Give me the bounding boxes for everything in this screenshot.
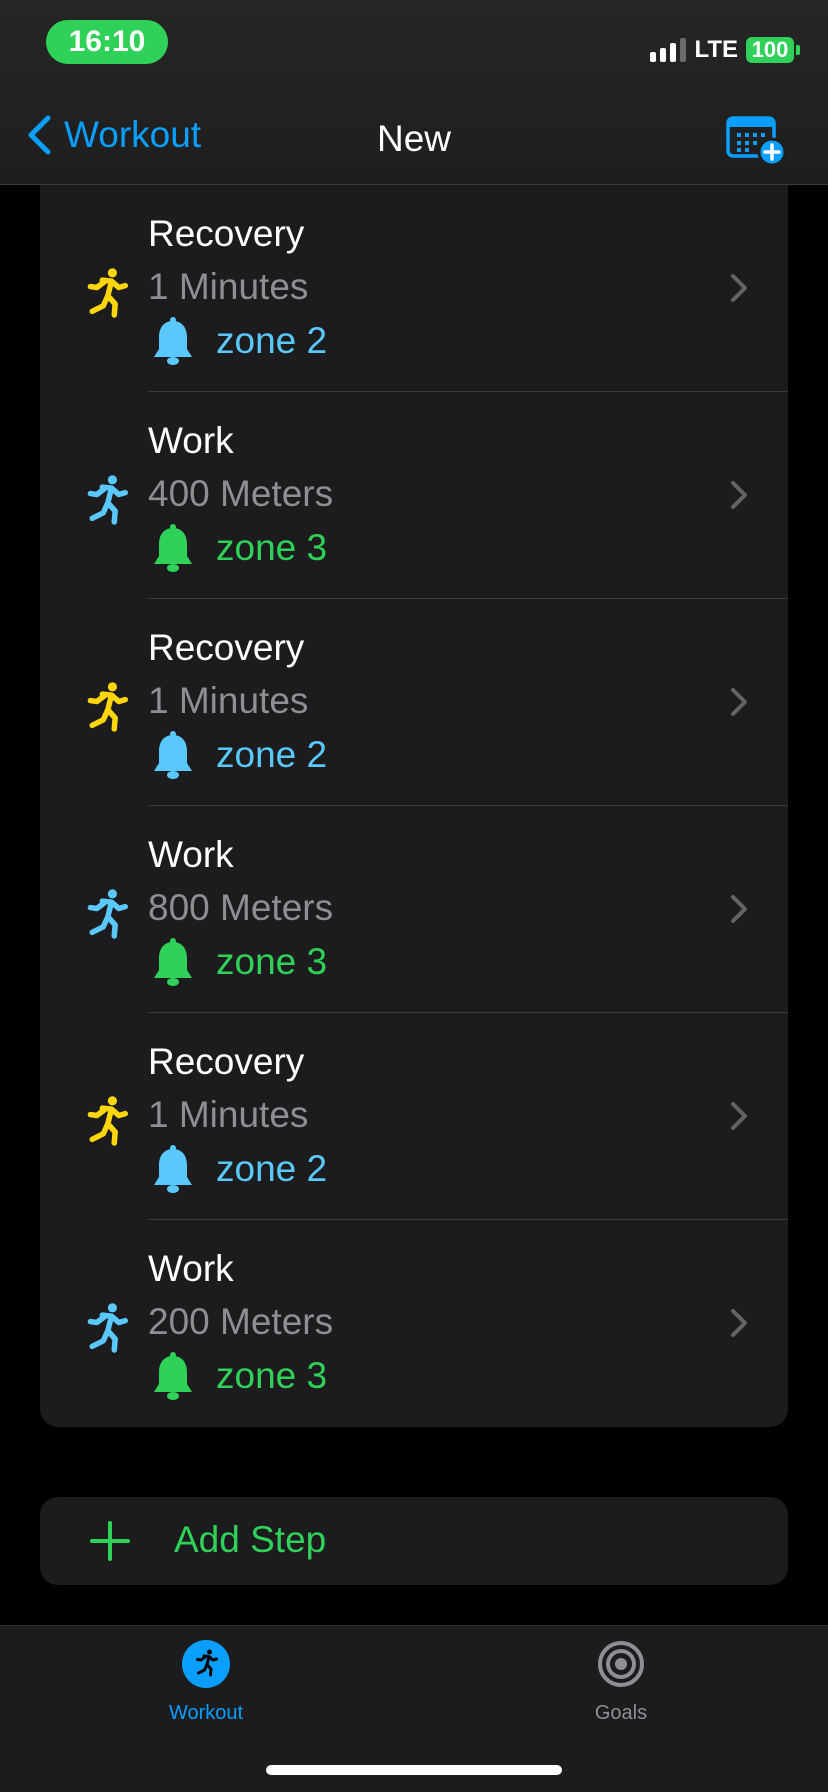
step-zone: zone 2 [216,320,328,361]
step-title: Recovery [148,1041,305,1082]
running-figure-icon [87,682,128,732]
bell-icon [154,1352,192,1400]
navigation-header: 16:10 LTE 100 Workout New [0,0,828,185]
step-title: Work [148,420,234,461]
tab-workout[interactable]: Workout [106,1640,306,1725]
chevron-right-icon [731,1309,747,1337]
network-type: LTE [694,36,738,63]
status-indicators: LTE 100 [650,36,800,64]
workout-step-row[interactable]: Work 400 Meters zone 3 [40,392,788,599]
running-figure-icon [87,889,128,939]
add-step-label: Add Step [174,1519,327,1560]
step-zone: zone 2 [216,734,328,775]
step-zone: zone 3 [216,941,328,982]
step-zone: zone 3 [216,527,328,568]
bell-icon [154,1145,192,1193]
target-icon [598,1641,644,1687]
page-title: New [376,118,452,159]
chevron-right-icon [731,688,747,716]
signal-icon [650,38,687,62]
step-detail: 1 Minutes [148,680,309,721]
running-figure-icon [87,1096,128,1146]
step-detail: 1 Minutes [148,1094,309,1135]
plus-icon [90,1521,130,1561]
workout-step-row[interactable]: Work 200 Meters zone 3 [40,1220,788,1427]
step-title: Recovery [148,627,305,668]
tab-goals-label: Goals [594,1702,648,1724]
bell-icon [154,317,192,365]
workout-steps-list: Recovery 1 Minutes zone 2 Work 400 Meters zon… [40,185,788,1427]
step-detail: 1 Minutes [148,266,309,307]
step-detail: 800 Meters [148,887,334,928]
workout-step-row[interactable]: Work 800 Meters zone 3 [40,806,788,1013]
step-detail: 400 Meters [148,473,334,514]
running-figure-icon [87,475,128,525]
running-figure-icon [87,1303,128,1353]
bell-icon [154,731,192,779]
step-title: Work [148,834,234,875]
step-title: Recovery [148,213,305,254]
bell-icon [154,524,192,572]
chevron-right-icon [731,895,747,923]
tab-workout-label: Workout [168,1702,244,1724]
step-zone: zone 2 [216,1148,328,1189]
home-indicator[interactable] [266,1765,562,1775]
step-detail: 200 Meters [148,1301,334,1342]
step-zone: zone 3 [216,1355,328,1396]
chevron-right-icon [731,1102,747,1130]
bell-icon [154,938,192,986]
step-title: Work [148,1248,234,1289]
workout-step-row[interactable]: Recovery 1 Minutes zone 2 [40,185,788,392]
chevron-right-icon [731,274,747,302]
battery-icon: 100 [746,37,800,63]
calendar-add-icon[interactable] [726,114,786,166]
workout-step-row[interactable]: Recovery 1 Minutes zone 2 [40,1013,788,1220]
chevron-right-icon [731,481,747,509]
status-time: 16:10 [46,20,168,64]
screen: 16:10 LTE 100 Workout New Recovery 1 Minu… [0,0,828,1792]
workout-step-row[interactable]: Recovery 1 Minutes zone 2 [40,599,788,806]
tab-goals[interactable]: Goals [521,1640,721,1725]
running-figure-icon [87,268,128,318]
add-step-button[interactable]: Add Step [40,1497,788,1585]
running-figure-icon [182,1640,230,1688]
